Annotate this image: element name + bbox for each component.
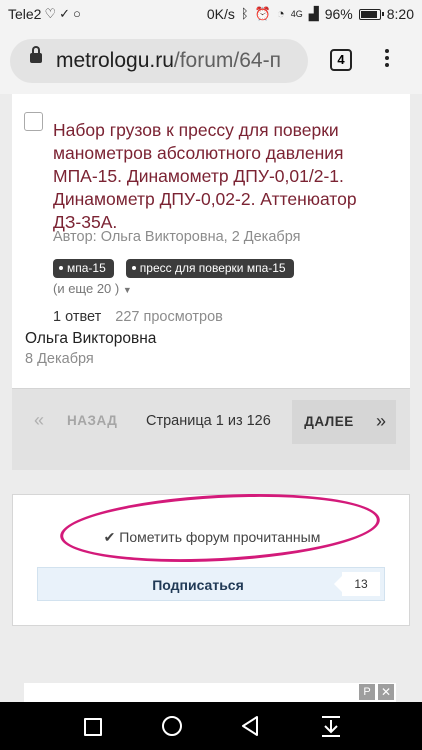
double-chevron-right-icon[interactable]: »: [366, 400, 396, 444]
battery-percent: 96%: [324, 6, 353, 22]
network-speed: 0K/s: [206, 6, 235, 22]
view-count: 227 просмотров: [115, 309, 223, 325]
bluetooth-icon: ᛒ: [240, 6, 249, 21]
prev-page-button[interactable]: НАЗАД: [67, 413, 117, 428]
topic-list: Набор грузов к прессу для поверки маноме…: [12, 94, 410, 470]
lock-icon: [30, 46, 42, 63]
follower-count-badge: 13: [334, 572, 380, 596]
wifi-icon: ◔: [276, 6, 285, 21]
alarm-icon: ⏰: [254, 6, 271, 21]
pagination: « НАЗАД Страница 1 из 126 ДАЛЕЕ »: [12, 400, 410, 444]
recent-apps-icon[interactable]: [84, 718, 102, 736]
url-path: /forum/64-п: [173, 49, 281, 72]
signal-icon: ▟: [308, 6, 319, 21]
last-post-author[interactable]: Ольга Викторовна: [25, 330, 156, 348]
reply-count: 1 ответ: [53, 309, 102, 325]
topic-select-checkbox[interactable]: [24, 112, 43, 131]
ad-info-button[interactable]: P: [359, 684, 375, 700]
ad-close-button[interactable]: ✕: [378, 684, 394, 700]
sync-icon: ○: [73, 6, 81, 21]
topic-row: Набор грузов к прессу для поверки маноме…: [12, 94, 410, 389]
system-nav-bar: [0, 702, 422, 750]
back-icon[interactable]: [240, 715, 260, 737]
carrier-label: Tele2: [8, 6, 42, 22]
url-field[interactable]: metrologu.ru/forum/64-п: [10, 39, 308, 83]
home-icon[interactable]: [162, 716, 182, 736]
clock: 8:20: [386, 6, 414, 22]
last-post-date[interactable]: 8 Декабря: [25, 351, 94, 367]
url-host: metrologu.ru: [56, 49, 174, 72]
page-indicator[interactable]: Страница 1 из 126: [146, 413, 271, 429]
heart-rate-icon: ♡: [44, 6, 57, 21]
mark-read-button[interactable]: ✔ Пометить форум прочитанным: [13, 529, 411, 546]
browser-menu-icon[interactable]: [380, 46, 394, 74]
status-bar: Tele2 ♡ ✓ ○ 0K/s ᛒ ⏰ ◔ 4G ▟ 96% 8:20: [0, 0, 422, 30]
annotation-circle: [58, 486, 382, 570]
double-chevron-left-icon[interactable]: «: [34, 410, 44, 431]
battery-icon: [358, 8, 384, 20]
signal-type: 4G: [290, 9, 303, 19]
topic-stats: 1 ответ 227 просмотров: [53, 309, 223, 325]
browser-toolbar: metrologu.ru/forum/64-п 4: [0, 30, 422, 94]
tag-list: мпа-15 пресс для поверки мпа-15: [53, 259, 294, 278]
forum-actions-panel: ✔ Пометить форум прочитанным Подписаться…: [12, 486, 411, 626]
tag-mpa15[interactable]: мпа-15: [53, 259, 114, 278]
caret-down-icon: ▼: [122, 285, 132, 295]
subscribe-button[interactable]: Подписаться 13: [37, 567, 385, 601]
notifications-pulldown-icon[interactable]: [320, 714, 342, 738]
more-tags-label: (и еще 20 ): [53, 281, 120, 296]
checkmark-icon: ✔: [103, 529, 116, 545]
download-done-icon: ✓: [59, 6, 71, 21]
subscribe-label: Подписаться: [152, 577, 244, 593]
topic-author-date: Автор: Ольга Викторовна, 2 Декабря: [53, 229, 301, 245]
tag-press[interactable]: пресс для поверки мпа-15: [125, 259, 294, 278]
more-tags-toggle[interactable]: (и еще 20 ) ▼: [53, 281, 132, 296]
tab-switcher-button[interactable]: 4: [330, 49, 352, 71]
url-text[interactable]: metrologu.ru/forum/64-п: [56, 49, 306, 73]
next-page-button[interactable]: ДАЛЕЕ: [292, 400, 366, 444]
topic-title-link[interactable]: Набор грузов к прессу для поверки маноме…: [53, 119, 398, 234]
mark-read-label: Пометить форум прочитанным: [119, 529, 321, 545]
